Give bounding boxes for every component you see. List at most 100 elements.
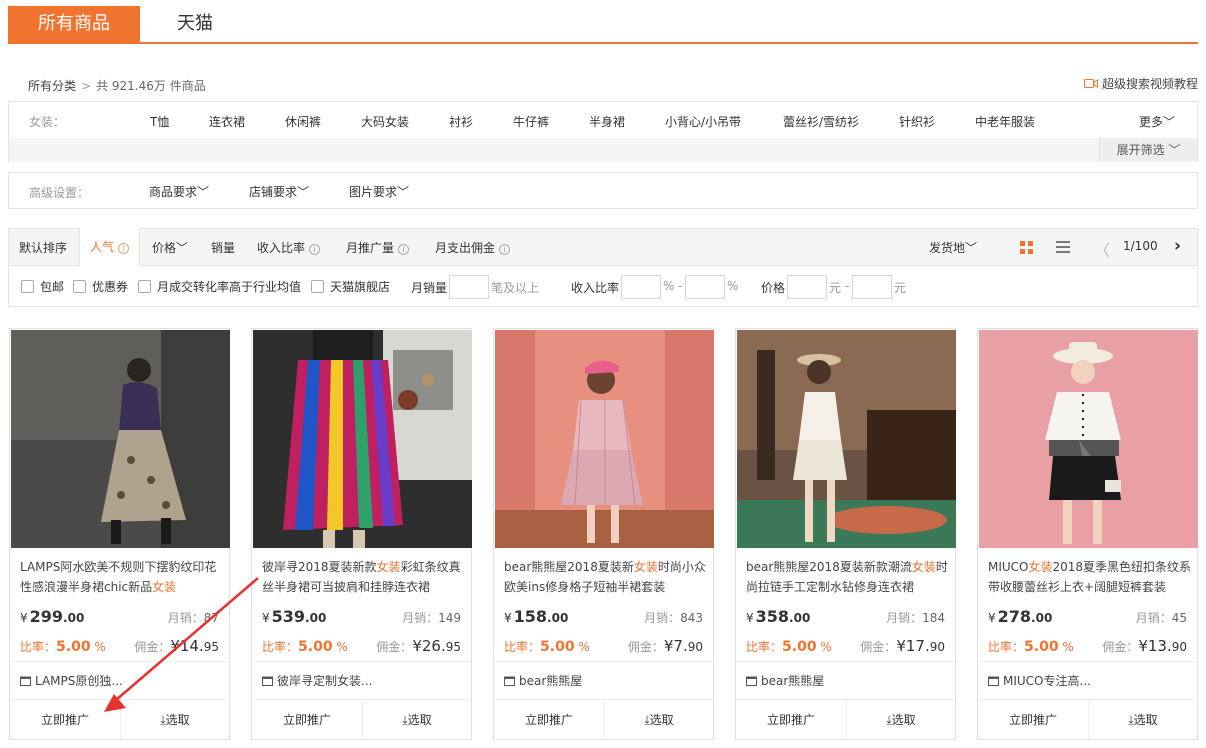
- product-card: 彼岸寻2018夏装新款女装彩虹条纹真丝半身裙可当披肩和挂脖连衣裙 ¥539.00…: [251, 328, 472, 740]
- select-button[interactable]: ⤓选取: [605, 700, 713, 740]
- shop-icon: [746, 676, 757, 686]
- ship-from-dropdown[interactable]: 发货地﹀: [929, 239, 977, 256]
- tab-tmall[interactable]: 天猫: [140, 6, 250, 42]
- product-title[interactable]: 彼岸寻2018夏装新款女装彩虹条纹真丝半身裙可当披肩和挂脖连衣裙: [262, 557, 466, 597]
- range-dash: -: [845, 279, 850, 293]
- info-icon: i: [118, 243, 130, 254]
- grid-view-icon[interactable]: [1020, 241, 1033, 254]
- income-ratio-min-input[interactable]: [621, 275, 661, 299]
- product-price: ¥278.00: [988, 607, 1053, 626]
- promote-now-button[interactable]: 立即推广: [10, 700, 120, 740]
- shop-icon: [20, 676, 31, 686]
- checkbox-box: [311, 280, 324, 293]
- category-item[interactable]: 中老年服装: [975, 113, 1035, 130]
- shop-requirements-dropdown[interactable]: 店铺要求﹀: [249, 183, 309, 200]
- product-title[interactable]: MIUCO女装2018夏季黑色纽扣条纹系带收腰蕾丝衫上衣+阔腿短裤套装: [988, 557, 1192, 597]
- divider: [10, 661, 229, 662]
- range-dash: -: [678, 279, 683, 293]
- sort-popularity[interactable]: 人气 i: [79, 228, 141, 266]
- shop-icon: [504, 676, 515, 686]
- product-price: ¥158.00: [504, 607, 569, 626]
- category-item[interactable]: 大码女装: [361, 113, 409, 130]
- conversion-above-average-checkbox[interactable]: 月成交转化率高于行业均值: [138, 278, 301, 295]
- free-shipping-checkbox[interactable]: 包邮: [21, 278, 64, 295]
- sort-label: 月支出佣金: [435, 241, 496, 255]
- price-max-input[interactable]: [852, 275, 892, 299]
- category-item[interactable]: 衬衫: [449, 113, 473, 130]
- select-button[interactable]: ⤓选取: [363, 700, 471, 740]
- promote-now-button[interactable]: 立即推广: [494, 700, 604, 740]
- breadcrumb-root[interactable]: 所有分类: [28, 79, 76, 93]
- yuan-unit: 元: [894, 281, 907, 295]
- sort-label: 价格: [152, 241, 177, 255]
- category-item[interactable]: T恤: [150, 113, 169, 130]
- select-button[interactable]: ⤓选取: [121, 700, 229, 740]
- category-item[interactable]: 休闲裤: [285, 113, 321, 130]
- category-label: 女装：: [29, 115, 66, 129]
- price-label: 价格: [761, 281, 786, 295]
- sort-price[interactable]: 价格﹀: [152, 239, 188, 256]
- product-image[interactable]: [737, 330, 956, 548]
- price-min-input[interactable]: [787, 275, 827, 299]
- monthly-sales: 月销：184: [886, 611, 945, 625]
- divider: [494, 661, 713, 662]
- category-item[interactable]: 牛仔裤: [513, 113, 549, 130]
- next-page-icon[interactable]: ›: [1174, 236, 1181, 256]
- product-image[interactable]: [979, 330, 1198, 548]
- promote-now-button[interactable]: 立即推广: [736, 700, 846, 740]
- product-image[interactable]: [11, 330, 230, 548]
- sort-sales[interactable]: 销量: [211, 239, 235, 256]
- commission-rate: 比率：5.00 %: [746, 639, 832, 655]
- prev-page-icon[interactable]: 〈: [1094, 237, 1110, 261]
- info-icon: i: [499, 244, 511, 255]
- commission-amount: 佣金：¥17.90: [860, 637, 945, 655]
- expand-filter-label: 展开筛选: [1116, 143, 1165, 157]
- tab-all-products[interactable]: 所有商品: [8, 6, 140, 42]
- category-more-button[interactable]: 更多﹀: [1139, 113, 1175, 130]
- category-item[interactable]: 半身裙: [589, 113, 625, 130]
- shop-link[interactable]: 彼岸寻定制女装...: [262, 672, 372, 689]
- product-title[interactable]: bear熊熊屋2018夏装新女装时尚小众欧美ins修身格子短袖半裙套装: [504, 557, 708, 597]
- sort-monthly-promotion[interactable]: 月推广量 i: [346, 239, 410, 256]
- commission-rate: 比率：5.00 %: [504, 639, 590, 655]
- product-image[interactable]: [253, 330, 472, 548]
- monthly-sales-input[interactable]: [449, 275, 489, 299]
- product-title[interactable]: bear熊熊屋2018夏装新款潮流女装时尚拉链手工定制水钻修身连衣裙: [746, 557, 950, 597]
- shop-link[interactable]: MIUCO专注高...: [988, 672, 1091, 689]
- product-price: ¥299.00: [20, 607, 85, 626]
- category-item[interactable]: 针织衫: [899, 113, 935, 130]
- coupon-checkbox[interactable]: 优惠券: [73, 278, 128, 295]
- chevron-down-icon: ﹀: [176, 241, 189, 255]
- chevron-down-icon: ﹀: [1162, 115, 1175, 129]
- select-button[interactable]: ⤓选取: [847, 700, 955, 740]
- list-view-icon[interactable]: [1056, 241, 1070, 254]
- income-ratio-max-input[interactable]: [685, 275, 725, 299]
- video-tutorial-link[interactable]: 超级搜索视频教程: [1083, 75, 1198, 92]
- shop-link[interactable]: bear熊熊屋: [746, 672, 824, 689]
- category-item[interactable]: 蕾丝衫/雪纺衫: [783, 113, 859, 130]
- shop-link[interactable]: LAMPS原创独...: [20, 672, 123, 689]
- monthly-sales: 月销：843: [644, 611, 703, 625]
- tmall-flagship-checkbox[interactable]: 天猫旗舰店: [311, 278, 390, 295]
- product-title[interactable]: LAMPS阿水欧美不规则下摆豹纹印花性感浪漫半身裙chic新品女装: [20, 557, 224, 597]
- shop-link[interactable]: bear熊熊屋: [504, 672, 582, 689]
- checkbox-label: 优惠券: [92, 280, 129, 294]
- product-image[interactable]: [495, 330, 714, 548]
- sort-income-ratio[interactable]: 收入比率 i: [257, 239, 321, 256]
- commission-rate: 比率：5.00 %: [988, 639, 1074, 655]
- yuan-unit: 元: [829, 281, 842, 295]
- image-requirements-dropdown[interactable]: 图片要求﹀: [349, 183, 409, 200]
- select-button[interactable]: ⤓选取: [1089, 700, 1197, 740]
- sort-monthly-commission[interactable]: 月支出佣金 i: [435, 239, 511, 256]
- category-item[interactable]: 连衣裙: [209, 113, 245, 130]
- sort-default[interactable]: 默认排序: [19, 239, 67, 256]
- category-item[interactable]: 小背心/小吊带: [665, 113, 741, 130]
- monthly-sales-label: 月销量: [411, 281, 448, 295]
- video-icon: [1083, 79, 1098, 88]
- expand-filter-button[interactable]: 展开筛选 ﹀: [1099, 138, 1197, 162]
- dropdown-label: 图片要求: [349, 185, 398, 199]
- product-requirements-dropdown[interactable]: 商品要求﹀: [149, 183, 209, 200]
- promote-now-button[interactable]: 立即推广: [252, 700, 362, 740]
- promote-now-button[interactable]: 立即推广: [978, 700, 1088, 740]
- chevron-down-icon: ﹀: [1168, 143, 1181, 157]
